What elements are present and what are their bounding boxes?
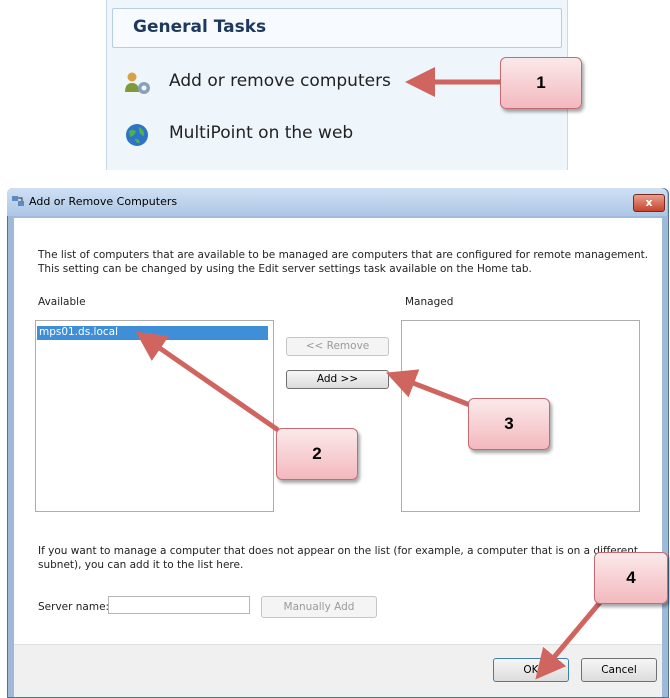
server-name-input[interactable]	[108, 596, 250, 614]
dialog-titlebar: Add or Remove Computers	[7, 188, 667, 216]
callout-2: 2	[276, 428, 358, 480]
description-line-2: This setting can be changed by using the…	[38, 263, 532, 275]
multipoint-web-link[interactable]: MultiPoint on the web	[124, 120, 404, 150]
callout-3: 3	[468, 398, 550, 450]
cancel-button[interactable]: Cancel	[581, 658, 657, 682]
dialog-title: Add or Remove Computers	[29, 195, 178, 208]
add-remove-computers-link[interactable]: Add or remove computers	[124, 68, 404, 98]
globe-icon	[126, 124, 148, 146]
list-item[interactable]: mps01.ds.local	[37, 326, 268, 340]
close-button[interactable]: x	[633, 194, 665, 212]
callout-1: 1	[500, 57, 582, 109]
managed-label: Managed	[405, 296, 454, 308]
dialog-app-icon	[12, 196, 24, 206]
manually-add-button[interactable]: Manually Add	[261, 596, 377, 618]
available-listbox[interactable]	[35, 320, 274, 512]
add-button[interactable]: Add >>	[286, 370, 389, 389]
available-item-label: mps01.ds.local	[39, 326, 119, 338]
ok-button[interactable]: OK	[493, 658, 569, 682]
description-line-1: The list of computers that are available…	[38, 249, 649, 261]
general-tasks-title: General Tasks	[133, 17, 267, 37]
manual-hint-line-1: If you want to manage a computer that do…	[38, 545, 639, 557]
callout-4: 4	[594, 552, 668, 604]
available-label: Available	[38, 296, 86, 308]
users-gear-icon	[125, 72, 150, 94]
add-remove-computers-label: Add or remove computers	[169, 71, 391, 91]
manual-hint-line-2: subnet), you can add it to the list here…	[38, 559, 244, 571]
multipoint-web-label: MultiPoint on the web	[169, 123, 354, 143]
server-name-label: Server name:	[38, 601, 110, 613]
remove-button[interactable]: << Remove	[286, 337, 389, 356]
general-tasks-header: General Tasks	[112, 8, 562, 48]
